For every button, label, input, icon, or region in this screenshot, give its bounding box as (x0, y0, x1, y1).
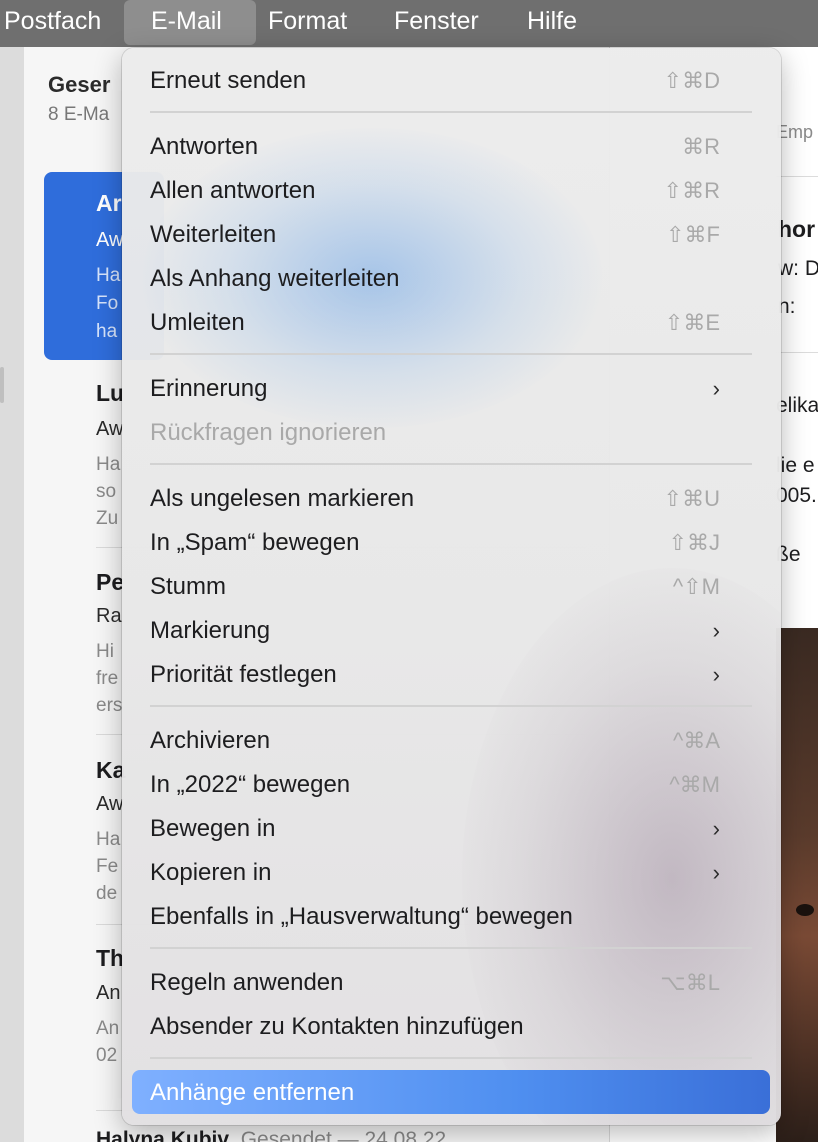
message-sender[interactable]: Pe (96, 569, 124, 596)
menu-separator (150, 1057, 752, 1059)
menu-item-absender-zu-kontakten[interactable]: Absender zu Kontakten hinzufügen (150, 1007, 750, 1047)
menu-item-antworten[interactable]: Antworten ⌘R (150, 127, 750, 167)
message-subject: An (96, 982, 121, 1004)
menu-bar: Postfach E-Mail Format Fenster Hilfe (0, 0, 818, 47)
attached-photo[interactable] (776, 628, 818, 1142)
email-menu-dropdown: Erneut senden ⇧⌘D Antworten ⌘R Allen antwo… (122, 48, 781, 1125)
chevron-right-icon: › (712, 376, 720, 401)
message-subject: Ra (96, 605, 122, 627)
menu-item-weiterleiten[interactable]: Weiterleiten ⇧⌘F (150, 215, 750, 255)
menu-item-regeln-anwenden[interactable]: Regeln anwenden ⌥⌘L (150, 963, 750, 1003)
menu-item-in-2022-bewegen[interactable]: In „2022“ bewegen ^⌘M (150, 765, 750, 805)
sidebar-edge (0, 47, 24, 1142)
message-preview: An 02 (96, 1018, 120, 1066)
menu-separator (150, 463, 752, 465)
shortcut-label: ^⌘A (673, 728, 720, 753)
menu-separator (150, 353, 752, 355)
chevron-right-icon: › (712, 860, 720, 885)
sidebar-resize-knob[interactable] (0, 367, 4, 403)
menu-item-bewegen-in[interactable]: Bewegen in › (150, 809, 750, 849)
chevron-right-icon: › (712, 662, 720, 687)
menu-item-erinnerung[interactable]: Erinnerung › (150, 369, 750, 409)
shortcut-label: ⇧⌘J (668, 530, 720, 555)
menu-item-in-spam-bewegen[interactable]: In „Spam“ bewegen ⇧⌘J (150, 523, 750, 563)
shortcut-label: ⌘R (682, 134, 720, 159)
shortcut-label: ⇧⌘D (663, 68, 720, 93)
detail-header-label: Emp (776, 122, 814, 142)
menu-separator (150, 705, 752, 707)
attached-photo-detail (796, 904, 814, 916)
message-subject: Aw (96, 793, 124, 815)
menu-item-erneut-senden[interactable]: Erneut senden ⇧⌘D (150, 61, 750, 101)
message-sender[interactable]: Th (96, 945, 124, 972)
menu-item-anhaenge-entfernen[interactable]: Anhänge entfernen (150, 1073, 750, 1113)
selected-message-sender: Ar (96, 190, 122, 216)
menu-separator (150, 947, 752, 949)
detail-divider (776, 352, 818, 353)
menu-format[interactable]: Format (268, 0, 347, 46)
menu-item-ebenfalls-in-hausverwaltung[interactable]: Ebenfalls in „Hausverwaltung“ bewegen (150, 897, 750, 937)
chevron-right-icon: › (712, 816, 720, 841)
menu-postfach[interactable]: Postfach (4, 0, 101, 46)
menu-item-umleiten[interactable]: Umleiten ⇧⌘E (150, 303, 750, 343)
menu-separator (150, 111, 752, 113)
menu-item-rueckfragen-ignorieren: Rückfragen ignorieren (150, 419, 387, 446)
detail-body-text: 005. (776, 484, 817, 507)
shortcut-label: ⇧⌘U (663, 486, 720, 511)
shortcut-label: ⇧⌘F (666, 222, 720, 247)
detail-body-text: elika (776, 394, 818, 417)
menu-item-markierung[interactable]: Markierung › (150, 611, 750, 651)
chevron-right-icon: › (712, 618, 720, 643)
message-preview: Hi fre ers (96, 641, 123, 716)
selected-message-preview: Ha Fo ha (96, 265, 121, 342)
menu-item-stumm[interactable]: Stumm ^⇧M (150, 567, 750, 607)
detail-body-text: lie e (776, 454, 815, 477)
menu-item-archivieren[interactable]: Archivieren ^⌘A (150, 721, 750, 761)
detail-sender-name: hor (778, 216, 816, 242)
shortcut-label: ⇧⌘E (664, 310, 720, 335)
menu-fenster[interactable]: Fenster (394, 0, 479, 46)
message-sender[interactable]: Lu (96, 380, 124, 407)
shortcut-label: ^⇧M (672, 574, 720, 599)
menu-item-als-ungelesen-markieren[interactable]: Als ungelesen markieren ⇧⌘U (150, 479, 750, 519)
detail-recipient-row: w: D (778, 257, 818, 280)
menu-email[interactable]: E-Mail (151, 0, 222, 46)
mailbox-title: Geser (48, 72, 111, 97)
menu-item-als-anhang-weiterleiten[interactable]: Als Anhang weiterleiten (150, 259, 750, 299)
menu-item-allen-antworten[interactable]: Allen antworten ⇧⌘R (150, 171, 750, 211)
shortcut-label: ⇧⌘R (663, 178, 720, 203)
message-subject: Aw (96, 418, 124, 440)
mailbox-count: 8 E-Ma (48, 104, 110, 125)
shortcut-label: ⌥⌘L (660, 970, 720, 995)
detail-divider (776, 176, 818, 177)
shortcut-label: ^⌘M (669, 772, 720, 797)
selected-message-subject: Aw (96, 229, 124, 251)
menu-hilfe[interactable]: Hilfe (527, 0, 577, 46)
message-row-partial[interactable]: Halyna Kubiv Gesendet — 24.08.22 (96, 1128, 446, 1142)
menu-item-kopieren-in[interactable]: Kopieren in › (150, 853, 750, 893)
menu-item-prioritaet-festlegen[interactable]: Priorität festlegen › (150, 655, 750, 695)
message-sender[interactable]: Ka (96, 757, 125, 784)
message-preview: Ha so Zu (96, 454, 121, 529)
message-preview: Ha Fe de (96, 829, 121, 904)
